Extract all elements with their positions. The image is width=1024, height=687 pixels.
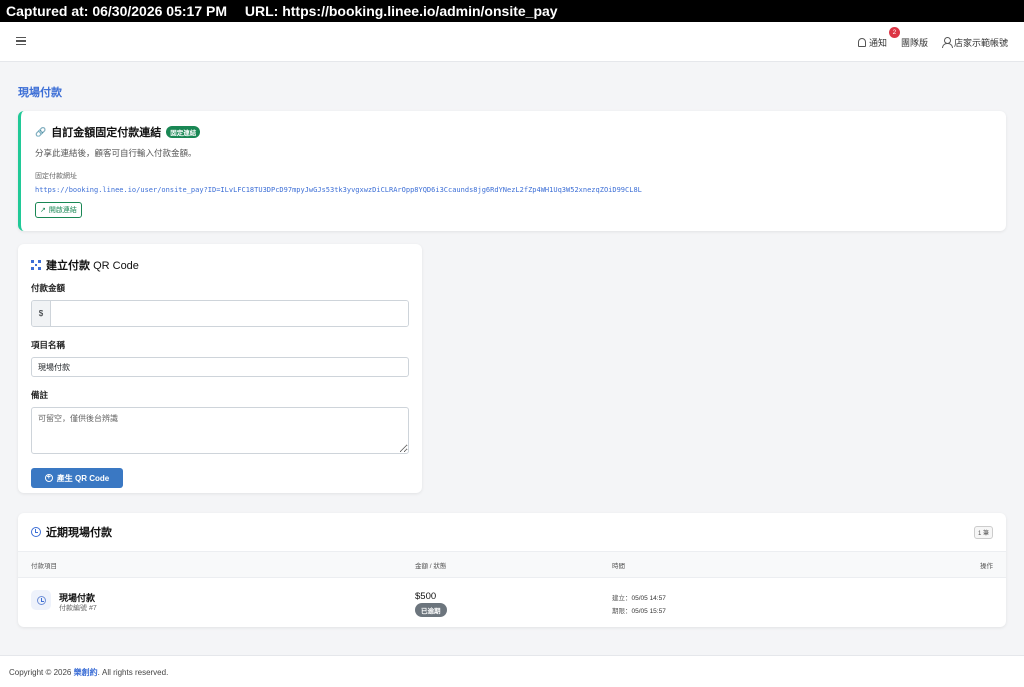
recent-payments-card: 近期現場付款 1 筆 付款項目 金額 / 狀態 時間 操作 現場付款 付款編號 … [18,513,1006,627]
external-link-icon: ↗ [40,207,46,214]
open-link-button[interactable]: ↗ 開啟連結 [35,202,82,218]
payment-amount: $500 [415,591,437,602]
clock-icon [31,527,41,537]
amount-label: 付款金額 [31,283,66,293]
account-menu[interactable]: 店家示範帳號 [941,36,1008,49]
user-icon [941,37,953,48]
status-badge: 已逾期 [415,603,447,617]
amount-input-group: $ [31,300,409,327]
note-label: 備註 [31,390,49,400]
capture-url: URL: https://booking.linee.io/admin/onsi… [244,3,558,19]
table-row[interactable]: 現場付款 付款編號 #7 $500 已逾期 建立：05/05 14:57 期限：… [18,578,1006,627]
column-header-amount-status: 金額 / 狀態 [415,562,447,570]
record-count-badge: 1 筆 [973,525,993,539]
navbar-actions: 通知 2 團隊版 店家示範帳號 [857,22,1008,62]
payment-number: 付款編號 #7 [59,605,97,612]
open-link-label: 開啟連結 [48,207,77,214]
brand-link[interactable]: 樂創約 [74,668,98,677]
team-plan-label: 團隊版 [900,37,928,48]
payment-icon [31,590,51,610]
fixed-link-description: 分享此連結後，顧客可自行輸入付款金額。 [35,148,197,158]
notifications-label: 通知 [868,37,887,48]
bell-icon [857,37,866,47]
account-label: 店家示範帳號 [953,37,1008,48]
fixed-link-card: 🔗 自訂金額固定付款連結 固定連結 分享此連結後，顧客可自行輸入付款金額。 固定… [18,111,1006,231]
footer: Copyright © 2026 樂創約. All rights reserve… [0,655,1024,687]
item-name-label: 項目名稱 [31,340,66,350]
notifications-count-badge: 2 [888,26,900,38]
notifications-button[interactable]: 通知 2 [857,26,900,49]
fixed-link-title: 自訂金額固定付款連結 [51,127,162,139]
column-header-item: 付款項目 [31,562,57,570]
fixed-link-tag: 固定連結 [166,126,201,138]
create-qr-title: 建立付款 QR Code [46,260,139,272]
top-navbar: 通知 2 團隊版 店家示範帳號 [0,22,1024,62]
generate-qr-button[interactable]: + 產生 QR Code [31,468,123,488]
qr-code-icon [31,260,41,270]
item-name-input[interactable] [31,357,409,377]
capture-bar: Captured at: 06/30/2026 05:17 PM URL: ht… [0,0,1024,22]
column-header-time: 時間 [612,562,625,570]
created-time: 建立：05/05 14:57 [612,595,666,602]
fixed-link-url-label: 固定付款網址 [35,173,77,180]
capture-timestamp: Captured at: 06/30/2026 05:17 PM [6,3,227,19]
fixed-link-url[interactable]: https://booking.linee.io/user/onsite_pay… [35,186,992,194]
table-header: 付款項目 金額 / 狀態 時間 操作 [18,552,1006,578]
column-header-actions: 操作 [980,562,993,570]
expire-time: 期限：05/05 15:57 [612,608,666,615]
copyright-prefix: Copyright © 2026 [9,668,72,677]
create-qr-card: 建立付款 QR Code 付款金額 $ 項目名稱 備註 + 產生 QR Code [18,244,422,493]
link-icon: 🔗 [35,126,47,137]
page-title: 現場付款 [18,87,62,99]
copyright-suffix: . All rights reserved. [97,668,169,677]
plus-circle-icon: + [44,474,53,482]
clock-icon [36,595,46,605]
team-plan-link[interactable]: 團隊版 [901,36,928,49]
currency-prefix: $ [32,301,51,326]
note-textarea[interactable] [31,407,409,454]
amount-input[interactable] [51,301,408,326]
recent-payments-title: 近期現場付款 [46,527,112,539]
generate-qr-label: 產生 QR Code [56,473,110,483]
menu-toggle-icon[interactable] [16,37,26,46]
